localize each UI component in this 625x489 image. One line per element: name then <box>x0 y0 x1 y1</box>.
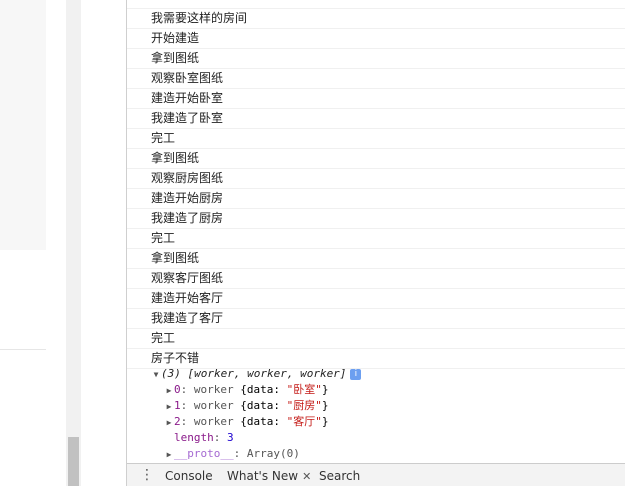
item-suffix: } <box>321 383 329 396</box>
item-type: worker <box>193 399 234 412</box>
console-message: 建造开始厨房 <box>127 189 625 209</box>
scrollbar-thumb[interactable] <box>68 437 79 486</box>
expanded-triangle-icon[interactable]: ▼ <box>151 367 161 383</box>
array-item-row[interactable]: ▶ 0: worker {data: "卧室"} <box>127 382 625 398</box>
item-suffix: } <box>321 415 329 428</box>
console-log: 我需要这样的房间 开始建造 拿到图纸 观察卧室图纸 建造开始卧室 我建造了卧室 … <box>127 0 625 369</box>
info-icon[interactable]: i <box>350 368 362 380</box>
page-panel <box>0 0 46 250</box>
collapsed-triangle-icon[interactable]: ▶ <box>164 383 174 399</box>
console-message: 观察客厅图纸 <box>127 269 625 289</box>
console-array-object: ▼ (3) [worker, worker, worker] i ▶ 0: worke… <box>127 366 625 462</box>
item-type: worker <box>193 383 234 396</box>
collapsed-triangle-icon[interactable]: ▶ <box>164 447 174 463</box>
console-message: 拿到图纸 <box>127 149 625 169</box>
item-value: "厨房" <box>286 399 322 412</box>
tab-console[interactable]: Console <box>165 464 213 486</box>
item-index: 1 <box>174 399 181 412</box>
console-message: 我建造了厨房 <box>127 209 625 229</box>
console-message: 观察卧室图纸 <box>127 69 625 89</box>
console-message: 完工 <box>127 329 625 349</box>
console-message: 我建造了卧室 <box>127 109 625 129</box>
array-summary-row[interactable]: ▼ (3) [worker, worker, worker] i <box>127 366 625 382</box>
console-message: 观察厨房图纸 <box>127 169 625 189</box>
console-message: 我需要这样的房间 <box>127 9 625 29</box>
array-item-row[interactable]: ▶ 2: worker {data: "客厅"} <box>127 414 625 430</box>
tab-search[interactable]: Search <box>319 464 360 486</box>
close-icon[interactable]: ✕ <box>302 470 311 483</box>
item-suffix: } <box>321 399 329 412</box>
collapsed-triangle-icon[interactable]: ▶ <box>164 415 174 431</box>
console-message: 建造开始卧室 <box>127 89 625 109</box>
console-message: 开始建造 <box>127 29 625 49</box>
item-prefix: {data: <box>240 399 287 412</box>
console-message: 建造开始客厅 <box>127 289 625 309</box>
console-message: 完工 <box>127 129 625 149</box>
item-index: 2 <box>174 415 181 428</box>
proto-key: __proto__ <box>174 447 234 460</box>
tab-whats-new[interactable]: What's New ✕ <box>227 464 311 486</box>
page-scrollbar[interactable] <box>66 0 81 486</box>
tab-label: Console <box>165 469 213 483</box>
array-item-row[interactable]: ▶ 1: worker {data: "厨房"} <box>127 398 625 414</box>
item-index: 0 <box>174 383 181 396</box>
console-message: 完工 <box>127 229 625 249</box>
page-gutter <box>81 0 126 486</box>
page-divider <box>0 349 46 350</box>
console-message: 拿到图纸 <box>127 49 625 69</box>
page-content-area <box>0 0 66 486</box>
length-value: 3 <box>227 431 234 444</box>
devtools-panel: 我需要这样的房间 开始建造 拿到图纸 观察卧室图纸 建造开始卧室 我建造了卧室 … <box>126 0 625 486</box>
item-prefix: {data: <box>240 415 287 428</box>
console-message: 拿到图纸 <box>127 249 625 269</box>
item-type: worker <box>193 415 234 428</box>
tab-label: What's New <box>227 469 299 483</box>
more-menu-icon[interactable]: ⋮ <box>140 466 154 484</box>
array-summary: (3) [worker, worker, worker] <box>161 367 347 380</box>
drawer-tabbar: ⋮ Console What's New ✕ Search <box>127 463 625 486</box>
array-proto-row[interactable]: ▶ __proto__: Array(0) <box>127 446 625 462</box>
item-value: "客厅" <box>286 415 322 428</box>
array-length-row: length: 3 <box>174 431 234 444</box>
console-top-spacer <box>127 0 625 9</box>
tab-label: Search <box>319 469 361 483</box>
length-key: length <box>174 431 214 444</box>
console-message: 我建造了客厅 <box>127 309 625 329</box>
item-value: "卧室" <box>286 383 322 396</box>
item-prefix: {data: <box>240 383 287 396</box>
proto-value: Array(0) <box>246 447 300 460</box>
collapsed-triangle-icon[interactable]: ▶ <box>164 399 174 415</box>
